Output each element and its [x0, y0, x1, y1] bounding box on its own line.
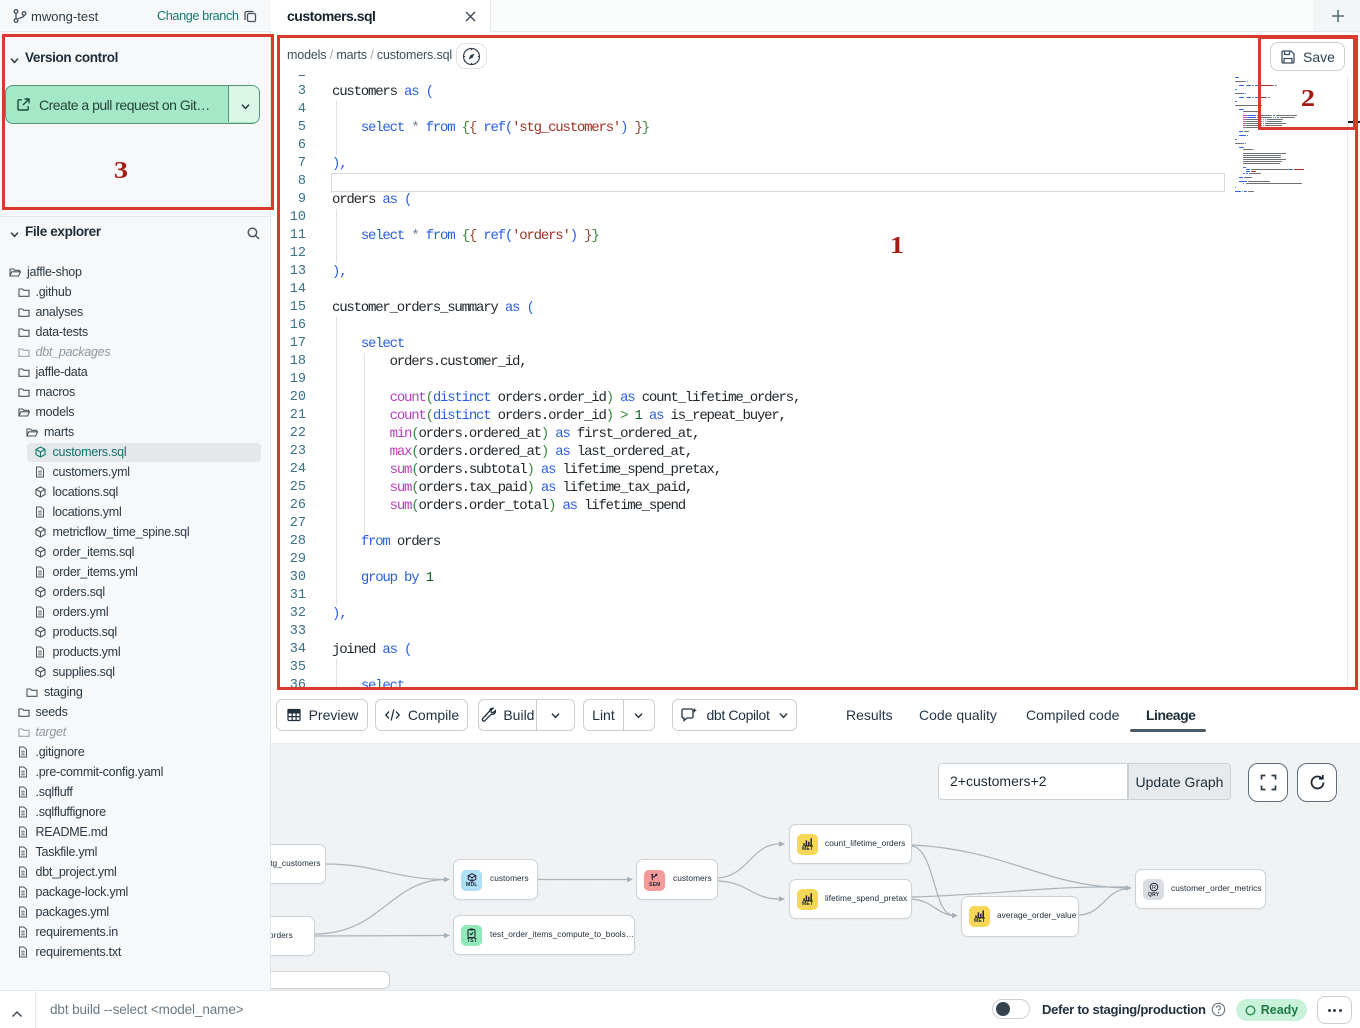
svg-text:R: R	[1152, 885, 1156, 891]
